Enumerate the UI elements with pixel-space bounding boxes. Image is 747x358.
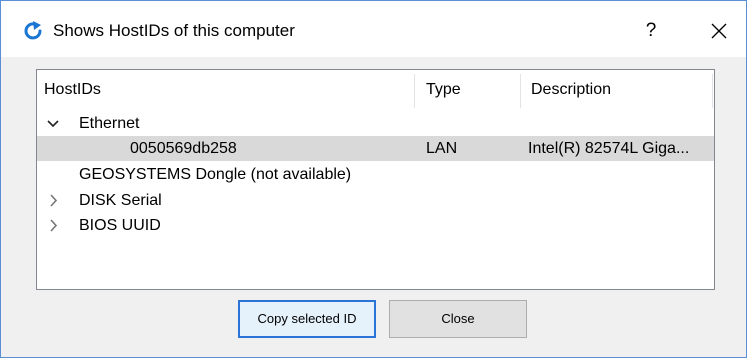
tree-row-label: DISK Serial <box>79 192 162 209</box>
hostid-description: Intel(R) 82574L Giga... <box>528 140 690 157</box>
refresh-share-icon <box>24 21 42 40</box>
tree-row-label: Ethernet <box>79 115 140 132</box>
window-title: Shows HostIDs of this computer <box>53 21 295 40</box>
tree-row-bios-uuid[interactable]: BIOS UUID <box>37 213 714 238</box>
dialog-window: Shows HostIDs of this computer ? HostIDs… <box>0 0 747 358</box>
column-divider[interactable] <box>414 74 415 108</box>
tree-row-label: BIOS UUID <box>79 217 161 234</box>
tree-row-label: GEOSYSTEMS Dongle (not available) <box>79 166 352 183</box>
tree-row-selected[interactable]: 0050569db258 LAN Intel(R) 82574L Giga... <box>37 136 714 161</box>
chevron-right-icon[interactable] <box>47 213 61 238</box>
column-divider[interactable] <box>712 74 713 108</box>
title-bar: Shows HostIDs of this computer ? <box>1 1 746 57</box>
hostid-value: 0050569db258 <box>130 140 237 157</box>
hostid-type: LAN <box>426 140 458 157</box>
chevron-right-icon[interactable] <box>47 188 61 213</box>
close-icon[interactable] <box>695 13 741 49</box>
column-header-type[interactable]: Type <box>426 70 461 110</box>
tree-row-dongle[interactable]: GEOSYSTEMS Dongle (not available) <box>37 162 714 187</box>
column-header-description[interactable]: Description <box>531 70 611 110</box>
tree-header: HostIDs Type Description <box>37 70 714 110</box>
tree-row-disk-serial[interactable]: DISK Serial <box>37 188 714 213</box>
column-divider[interactable] <box>520 74 521 108</box>
close-button[interactable]: Close <box>389 300 527 338</box>
tree-row-ethernet[interactable]: Ethernet <box>37 111 714 136</box>
help-button[interactable]: ? <box>631 13 671 49</box>
column-header-hostids[interactable]: HostIDs <box>44 70 101 110</box>
chevron-down-icon[interactable] <box>46 111 60 136</box>
copy-selected-id-button[interactable]: Copy selected ID <box>238 300 376 338</box>
hostid-tree[interactable]: HostIDs Type Description Ethernet 005056… <box>36 69 715 290</box>
